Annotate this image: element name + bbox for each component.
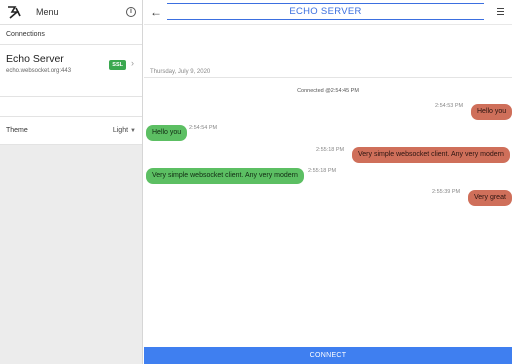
hamburger-menu-icon[interactable] [497, 8, 504, 17]
message-time: 2:54:54 PM [189, 125, 218, 131]
message-time: 2:55:18 PM [308, 168, 337, 174]
server-title: ECHO SERVER [167, 3, 484, 20]
chat-main: ← ECHO SERVER Thursday, July 9, 2020 Con… [144, 0, 512, 364]
theme-value: Light [112, 127, 129, 134]
theme-select[interactable]: Theme Light ▼ [0, 117, 142, 145]
sidebar-header: Menu i [0, 0, 142, 25]
message-time: 2:55:39 PM [432, 189, 461, 195]
ssl-badge: SSL [109, 60, 126, 70]
message-bubble-outgoing: Hello you [471, 104, 512, 120]
message-bubble-incoming: Hello you [146, 125, 188, 141]
top-bar: ← ECHO SERVER [144, 0, 512, 25]
connections-heading: Connections [0, 25, 142, 45]
theme-label: Theme [6, 127, 28, 134]
sidebar-divider [0, 97, 142, 117]
message-bubble-outgoing: Very simple websocket client. Any very m… [352, 147, 510, 163]
date-label: Thursday, July 9, 2020 [150, 69, 211, 75]
info-icon[interactable]: i [126, 7, 136, 17]
message-bubble-incoming: Very simple websocket client. Any very m… [146, 168, 304, 184]
chevron-down-icon: ▼ [130, 127, 136, 134]
back-arrow-icon[interactable]: ← [150, 5, 168, 19]
message-bubble-outgoing: Very great [468, 190, 512, 206]
menu-title: Menu [36, 7, 59, 17]
chevron-right-icon: › [131, 58, 134, 68]
app-logo-icon [8, 6, 21, 19]
sidebar-panel: Connections Echo Server echo.websocket.o… [0, 25, 142, 145]
sidebar: Menu i Connections Echo Server echo.webs… [0, 0, 143, 364]
connection-status: Connected @2:54:45 PM [297, 88, 359, 94]
connection-item-echo-server[interactable]: Echo Server echo.websocket.org:443 SSL › [0, 45, 142, 97]
connect-button[interactable]: CONNECT [144, 347, 512, 364]
message-time: 2:55:18 PM [316, 147, 345, 153]
message-time: 2:54:53 PM [435, 103, 464, 109]
date-divider [144, 77, 512, 78]
